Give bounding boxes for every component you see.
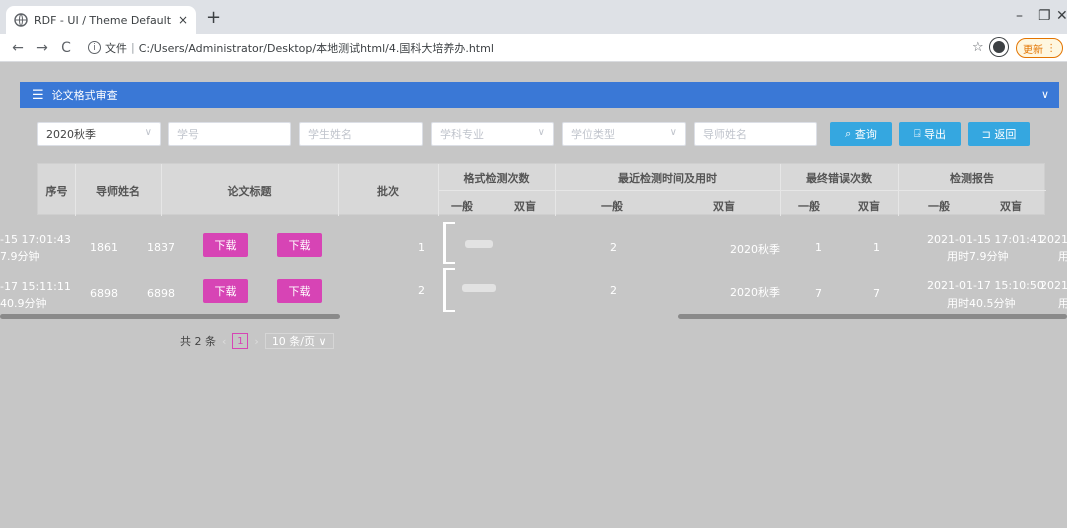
row-recent-general: 2	[610, 241, 617, 254]
pagination: 共 2 条 ‹ 1 › 10 条/页 ∨	[180, 333, 334, 349]
row-error-dual: 7	[873, 287, 880, 300]
return-icon: ⊐	[981, 127, 995, 141]
horizontal-scrollbar[interactable]	[0, 314, 340, 319]
report-duration: 用时7.9分钟	[947, 250, 1009, 263]
row-duration: 7.9分钟	[0, 250, 40, 263]
student-name-input[interactable]: 学生姓名	[299, 122, 423, 146]
blurred-cell	[462, 284, 496, 292]
pagination-total: 共 2 条	[180, 335, 216, 348]
download-button[interactable]: 下载	[277, 279, 322, 303]
row-time: -15 17:01:43	[0, 233, 71, 246]
row-error-general: 7	[815, 287, 822, 300]
chevron-down-icon: ∨	[144, 127, 152, 138]
row-error-dual: 1	[873, 241, 880, 254]
row-time: -17 15:11:11	[0, 280, 71, 293]
restore-icon[interactable]: ❐	[1038, 8, 1051, 24]
url-prefix: 文件	[105, 41, 127, 55]
update-button[interactable]: 更新 ⋮	[1016, 38, 1064, 58]
minimize-icon[interactable]: –	[1016, 8, 1023, 24]
download-button[interactable]: 下载	[203, 233, 248, 257]
page-number[interactable]: 1	[232, 333, 249, 349]
url-field[interactable]: i 文件 | C:/Users/Administrator/Desktop/本地…	[88, 40, 494, 56]
header-advisor: 导师姓名	[96, 185, 140, 198]
hamburger-menu-icon[interactable]: ☰	[32, 88, 44, 103]
student-id-input[interactable]: 学号	[168, 122, 291, 146]
row-batch: 2	[418, 284, 425, 297]
semester-select[interactable]: 2020秋季 ∨	[37, 122, 161, 146]
chevron-down-icon: ∨	[669, 127, 677, 138]
download-button[interactable]: 下载	[277, 233, 322, 257]
tab-title: RDF - UI / Theme Default	[34, 13, 172, 27]
url-text: C:/Users/Administrator/Desktop/本地测试html/…	[138, 41, 494, 55]
download-button[interactable]: 下载	[203, 279, 248, 303]
report-duration-2: 用	[1058, 250, 1067, 263]
report-duration-2: 用	[1058, 297, 1067, 310]
report-time: 2021-01-15 17:01:41	[927, 233, 1044, 246]
header-index: 序号	[45, 185, 68, 198]
header-general: 一般	[798, 200, 820, 213]
prev-page-icon[interactable]: ‹	[222, 335, 226, 348]
header-recent-check: 最近检测时间及用时	[618, 172, 717, 185]
panel-title: 论文格式审查	[51, 89, 118, 102]
advisor-name-input[interactable]: 导师姓名	[694, 122, 817, 146]
row-duration: 40.9分钟	[0, 297, 47, 310]
back-button[interactable]: ⊐ 返回	[968, 122, 1030, 146]
header-final-errors: 最终错误次数	[806, 172, 872, 185]
row-recent-dual: 2020秋季	[730, 286, 780, 299]
header-dual: 双盲	[858, 200, 880, 213]
row-recent-general: 2	[610, 284, 617, 297]
header-general: 一般	[601, 200, 623, 213]
header-dual: 双盲	[1000, 200, 1022, 213]
header-dual: 双盲	[713, 200, 735, 213]
report-time-2: 2021-	[1040, 233, 1067, 246]
row-value-a: 1861	[90, 241, 118, 254]
fixed-column-edge	[443, 222, 455, 264]
fixed-column-edge	[443, 268, 455, 312]
header-report: 检测报告	[950, 172, 994, 185]
major-select[interactable]: 学科专业 ∨	[431, 122, 554, 146]
header-general: 一般	[451, 200, 473, 213]
header-batch: 批次	[377, 185, 399, 198]
close-tab-icon[interactable]: ×	[178, 13, 188, 27]
blurred-cell	[465, 240, 493, 248]
header-format-checks: 格式检测次数	[463, 172, 530, 185]
browser-tab-strip: RDF - UI / Theme Default × + – ❐ ✕	[0, 0, 1067, 34]
chevron-down-icon[interactable]: ∨	[1041, 88, 1049, 101]
info-icon[interactable]: i	[88, 41, 101, 54]
row-value-b: 1837	[147, 241, 175, 254]
reload-icon[interactable]: C	[54, 40, 78, 56]
header-title: 论文标题	[227, 185, 272, 198]
forward-arrow-icon[interactable]: →	[30, 40, 54, 56]
profile-avatar-icon[interactable]	[990, 38, 1008, 56]
page-size-select[interactable]: 10 条/页 ∨	[264, 333, 334, 349]
export-icon: ⍈	[913, 127, 925, 140]
browser-tab[interactable]: RDF - UI / Theme Default ×	[6, 6, 196, 34]
chevron-down-icon: ∨	[318, 334, 327, 348]
address-bar: ← → C i 文件 | C:/Users/Administrator/Desk…	[0, 34, 1067, 62]
row-error-general: 1	[815, 241, 822, 254]
horizontal-scrollbar[interactable]	[678, 314, 1067, 319]
window-close-icon[interactable]: ✕	[1056, 8, 1067, 24]
bookmark-star-icon[interactable]: ☆	[972, 40, 984, 55]
export-button[interactable]: ⍈ 导出	[899, 122, 961, 146]
query-button[interactable]: ⌕ 查询	[830, 122, 892, 146]
globe-icon	[14, 13, 28, 27]
header-general: 一般	[928, 200, 950, 213]
back-arrow-icon[interactable]: ←	[6, 40, 30, 56]
search-icon: ⌕	[845, 127, 855, 140]
row-batch: 1	[418, 241, 425, 254]
new-tab-button[interactable]: +	[206, 9, 221, 27]
report-duration: 用时40.5分钟	[947, 297, 1016, 310]
panel-header: ☰ 论文格式审查 ∨	[20, 82, 1059, 108]
degree-type-select[interactable]: 学位类型 ∨	[562, 122, 686, 146]
header-dual: 双盲	[514, 200, 536, 213]
report-time-2: 2021-	[1040, 279, 1067, 292]
next-page-icon[interactable]: ›	[254, 335, 258, 348]
row-value-b: 6898	[147, 287, 175, 300]
chevron-down-icon: ∨	[537, 127, 545, 138]
row-recent-dual: 2020秋季	[730, 243, 780, 256]
table-header: 序号 导师姓名 论文标题 批次 格式检测次数 最近检测时间及用时 最终错误次数 …	[37, 163, 1046, 216]
row-value-a: 6898	[90, 287, 118, 300]
report-time: 2021-01-17 15:10:50	[927, 279, 1044, 292]
